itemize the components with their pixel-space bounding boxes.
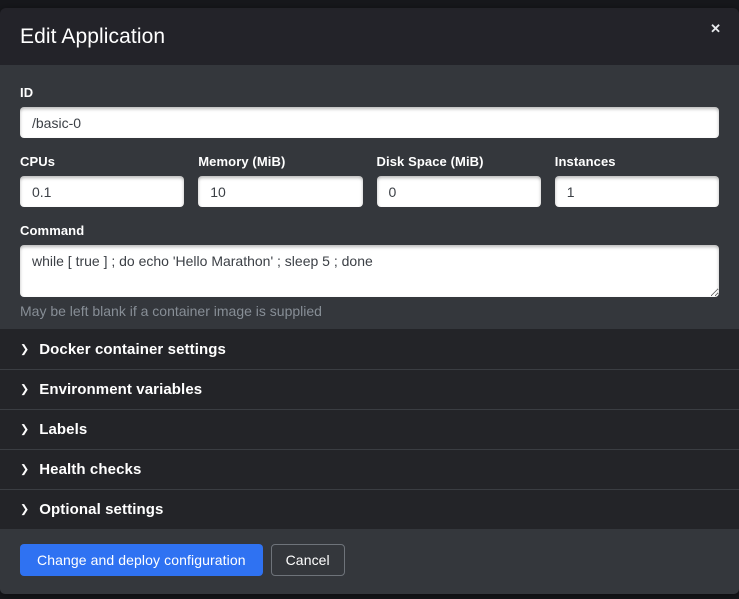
memory-label: Memory (MiB) [198, 154, 362, 169]
section-label: Environment variables [39, 381, 202, 398]
chevron-right-icon: ❯ [20, 465, 29, 476]
chevron-right-icon: ❯ [20, 425, 29, 436]
disk-space-input[interactable] [377, 176, 541, 207]
cancel-button[interactable]: Cancel [271, 544, 345, 576]
section-environment-variables[interactable]: ❯ Environment variables [0, 369, 739, 409]
edit-application-modal: Edit Application ✕ ID CPUs Memory (MiB) … [0, 8, 739, 594]
instances-input[interactable] [555, 176, 719, 207]
memory-input[interactable] [198, 176, 362, 207]
section-labels[interactable]: ❯ Labels [0, 409, 739, 449]
memory-field-group: Memory (MiB) [198, 154, 362, 207]
command-help-text: May be left blank if a container image i… [20, 303, 719, 319]
section-label: Labels [39, 421, 87, 438]
cpus-label: CPUs [20, 154, 184, 169]
section-docker-container-settings[interactable]: ❯ Docker container settings [0, 329, 739, 369]
command-textarea[interactable]: while [ true ] ; do echo 'Hello Marathon… [20, 245, 719, 297]
collapsible-sections: ❯ Docker container settings ❯ Environmen… [0, 329, 739, 529]
chevron-right-icon: ❯ [20, 385, 29, 396]
change-and-deploy-button[interactable]: Change and deploy configuration [20, 544, 263, 576]
chevron-right-icon: ❯ [20, 344, 29, 355]
modal-footer: Change and deploy configuration Cancel [0, 529, 739, 594]
cpus-field-group: CPUs [20, 154, 184, 207]
chevron-right-icon: ❯ [20, 505, 29, 516]
section-label: Docker container settings [39, 341, 226, 358]
close-icon[interactable]: ✕ [706, 18, 725, 39]
modal-header: Edit Application ✕ [0, 8, 739, 65]
command-label: Command [20, 223, 719, 238]
disk-space-field-group: Disk Space (MiB) [377, 154, 541, 207]
section-health-checks[interactable]: ❯ Health checks [0, 449, 739, 489]
section-label: Health checks [39, 461, 141, 478]
resources-field-row: CPUs Memory (MiB) Disk Space (MiB) Insta… [20, 154, 719, 207]
disk-space-label: Disk Space (MiB) [377, 154, 541, 169]
section-optional-settings[interactable]: ❯ Optional settings [0, 489, 739, 529]
id-field-group: ID [20, 85, 719, 138]
instances-label: Instances [555, 154, 719, 169]
id-input[interactable] [20, 107, 719, 138]
cpus-input[interactable] [20, 176, 184, 207]
id-label: ID [20, 85, 719, 100]
instances-field-group: Instances [555, 154, 719, 207]
edit-application-form: ID CPUs Memory (MiB) Disk Space (MiB) In… [0, 65, 739, 329]
modal-title: Edit Application [20, 25, 165, 49]
section-label: Optional settings [39, 501, 163, 518]
command-field-group: Command while [ true ] ; do echo 'Hello … [20, 223, 719, 319]
